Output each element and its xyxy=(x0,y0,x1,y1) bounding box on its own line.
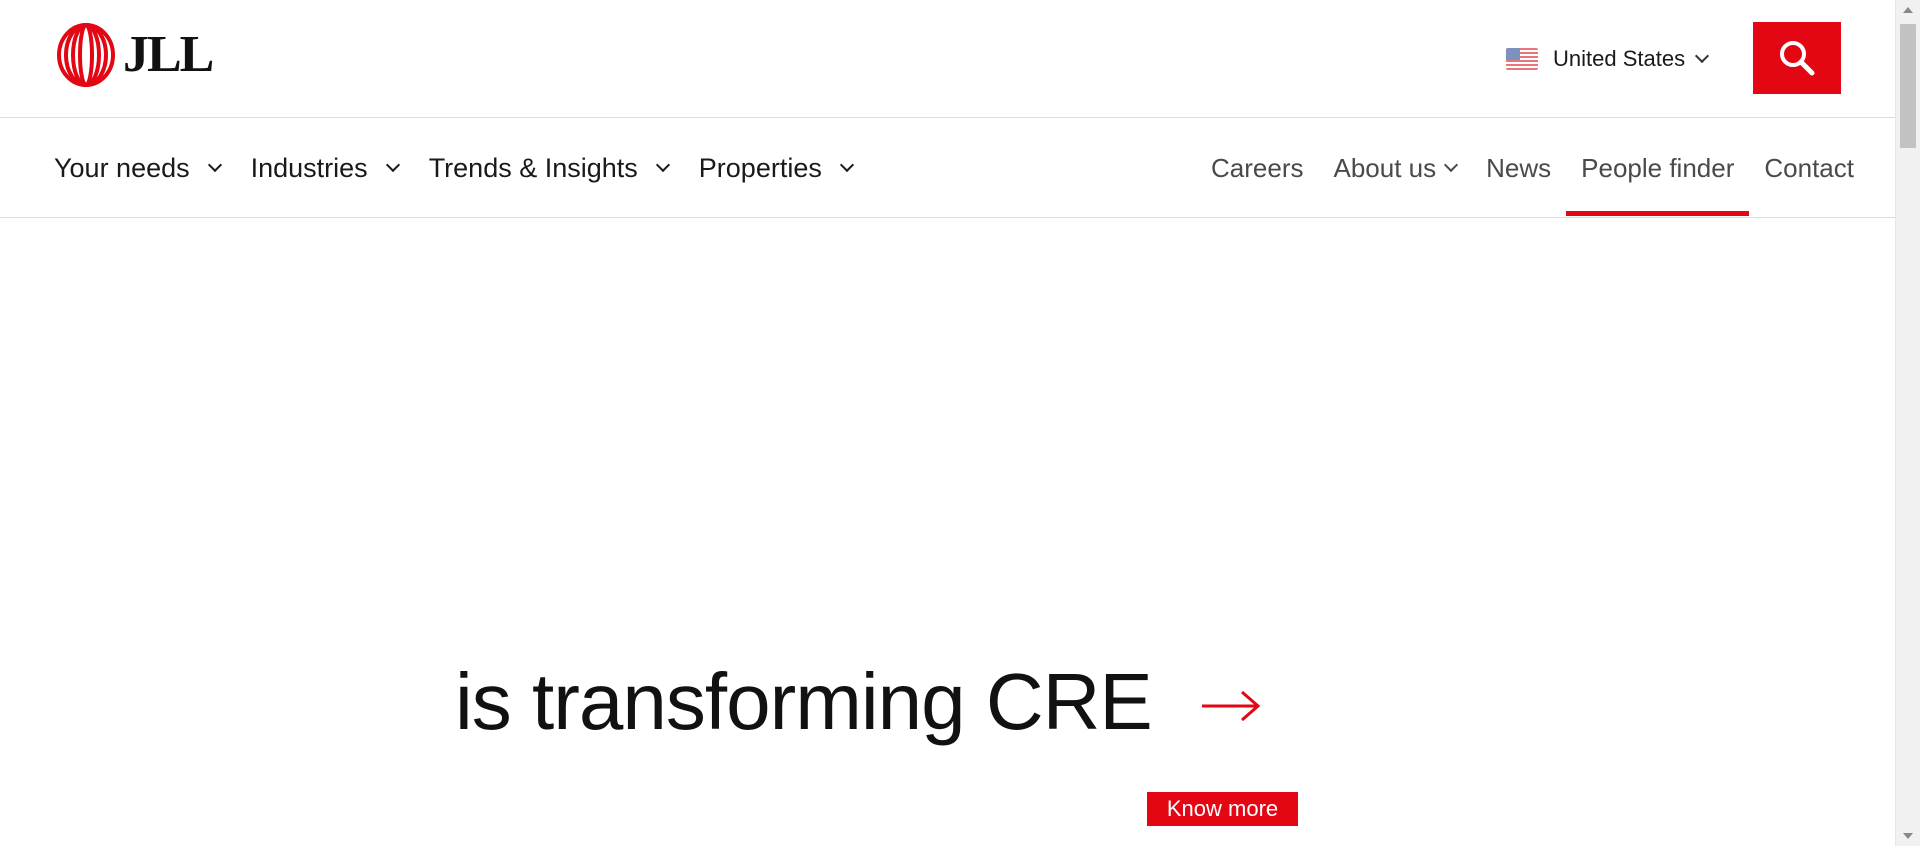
arrow-right-icon[interactable] xyxy=(1200,688,1262,724)
chevron-down-icon xyxy=(385,157,400,173)
top-bar: JLL United States xyxy=(0,0,1895,118)
chevron-down-icon xyxy=(839,157,854,173)
nav-item-label: Trends & Insights xyxy=(428,152,638,183)
search-icon xyxy=(1780,41,1815,76)
nav-link-people-finder[interactable]: People finder xyxy=(1566,118,1750,218)
country-label: United States xyxy=(1553,46,1686,71)
hero-headline: is transforming CRE xyxy=(455,657,1153,746)
chevron-down-icon xyxy=(1695,48,1710,64)
search-button[interactable] xyxy=(1753,22,1841,94)
page: JLL United States Your needs Industries xyxy=(0,0,1895,846)
hero-headline-row: is transforming CRE xyxy=(455,662,1262,742)
nav-link-label: About us xyxy=(1333,152,1437,183)
navigation-bar: Your needs Industries Trends & Insights … xyxy=(0,118,1895,218)
nav-item-label: Your needs xyxy=(54,152,190,183)
nav-item-your-needs[interactable]: Your needs xyxy=(54,152,222,184)
nav-item-trends-insights[interactable]: Trends & Insights xyxy=(428,152,670,184)
chevron-down-icon xyxy=(655,157,670,173)
main-nav: Your needs Industries Trends & Insights … xyxy=(54,118,883,218)
nav-link-careers[interactable]: Careers xyxy=(1211,118,1303,218)
logo-wordmark: JLL xyxy=(123,26,214,83)
jll-logo[interactable]: JLL xyxy=(55,22,214,88)
know-more-button[interactable]: Know more xyxy=(1147,792,1298,826)
scrollbar-thumb[interactable] xyxy=(1900,24,1916,148)
chevron-down-icon xyxy=(1444,157,1459,173)
scrollbar[interactable] xyxy=(1895,0,1920,846)
nav-item-industries[interactable]: Industries xyxy=(250,152,400,184)
nav-item-properties[interactable]: Properties xyxy=(698,152,854,184)
nav-item-label: Properties xyxy=(698,152,822,183)
nav-item-label: Industries xyxy=(250,152,368,183)
country-selector[interactable]: United States xyxy=(1506,44,1710,74)
nav-link-contact[interactable]: Contact xyxy=(1764,118,1854,218)
secondary-nav: Careers About us News People finder Cont… xyxy=(1211,118,1884,218)
us-flag-icon xyxy=(1506,48,1538,70)
chevron-down-icon xyxy=(207,157,222,173)
scroll-down-arrow-icon[interactable] xyxy=(1903,833,1913,839)
nav-link-about-us[interactable]: About us xyxy=(1333,118,1459,218)
jll-rings-icon xyxy=(57,23,115,87)
nav-link-news[interactable]: News xyxy=(1486,118,1551,218)
scroll-up-arrow-icon[interactable] xyxy=(1903,7,1913,13)
